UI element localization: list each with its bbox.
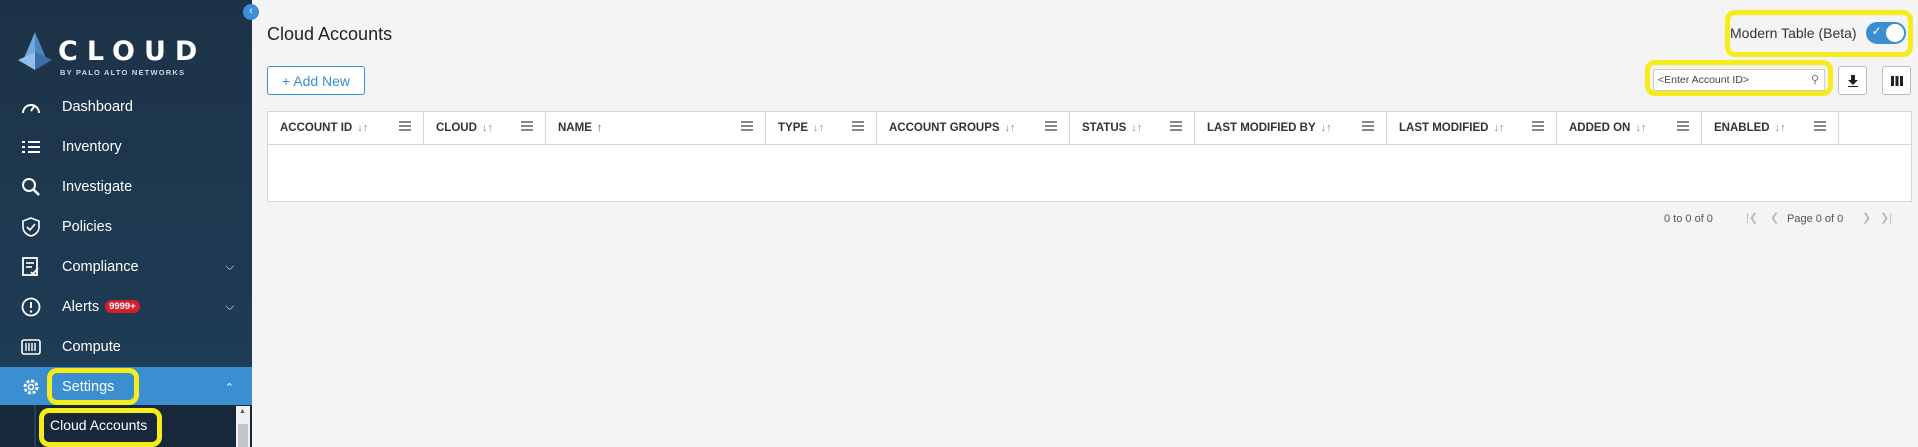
sidebar: CLOUD BY PALO ALTO NETWORKS Dashboard In… — [0, 0, 252, 447]
columns-button[interactable] — [1882, 66, 1911, 95]
sidebar-item-label: Compute — [62, 339, 121, 355]
logo-subtitle: BY PALO ALTO NETWORKS — [60, 68, 186, 77]
sidebar-item-dashboard[interactable]: Dashboard — [0, 87, 252, 127]
gear-icon — [20, 376, 42, 398]
shield-check-icon — [20, 216, 42, 238]
add-new-button[interactable]: + Add New — [267, 66, 365, 95]
sidebar-item-label: Alerts 9999+ — [62, 299, 140, 315]
sidebar-item-label: Dashboard — [62, 99, 133, 115]
cloud-accounts-table: ACCOUNT ID ↓↑ CLOUD ↓↑ NAME ↑ TYPE ↓↑ AC… — [267, 111, 1912, 202]
sidebar-item-alerts[interactable]: Alerts 9999+ ⌵ — [0, 287, 252, 327]
sidebar-item-compliance[interactable]: Compliance ⌵ — [0, 247, 252, 287]
previous-page-icon[interactable]: ❮ — [1770, 211, 1779, 224]
collapse-sidebar-icon[interactable]: ‹ — [243, 4, 259, 20]
first-page-icon[interactable]: |❮ — [1746, 211, 1758, 224]
compute-server-icon — [20, 336, 42, 358]
sort-icon[interactable]: ↓↑ — [1005, 122, 1016, 134]
pagination-range: 0 to 0 of 0 — [1664, 213, 1713, 225]
col-cloud[interactable]: CLOUD ↓↑ — [424, 112, 546, 144]
logo-mark-icon — [18, 32, 52, 70]
columns-icon — [1890, 75, 1903, 86]
download-button[interactable] — [1838, 66, 1867, 95]
sidebar-item-label: Investigate — [62, 179, 133, 195]
column-menu-icon[interactable] — [1814, 121, 1826, 131]
alerts-count-badge: 9999+ — [105, 300, 140, 313]
sidebar-item-compute[interactable]: Compute — [0, 327, 252, 367]
chevron-down-icon[interactable]: ⌵ — [226, 261, 234, 274]
col-account-id[interactable]: ACCOUNT ID ↓↑ — [268, 112, 424, 144]
sidebar-item-label: Compliance — [62, 259, 139, 275]
next-page-icon[interactable]: ❯ — [1862, 211, 1871, 224]
sort-icon[interactable]: ↓↑ — [1321, 122, 1332, 134]
col-last-modified-by[interactable]: LAST MODIFIED BY ↓↑ — [1195, 112, 1387, 144]
logo-text: CLOUD — [58, 36, 207, 67]
column-menu-icon[interactable] — [852, 121, 864, 131]
col-status[interactable]: STATUS ↓↑ — [1070, 112, 1195, 144]
sort-icon[interactable]: ↓↑ — [1131, 122, 1142, 134]
sort-icon[interactable]: ↓↑ — [357, 122, 368, 134]
col-enabled[interactable]: ENABLED ↓↑ — [1702, 112, 1839, 144]
col-account-groups[interactable]: ACCOUNT GROUPS ↓↑ — [877, 112, 1070, 144]
col-last-modified[interactable]: LAST MODIFIED ↓↑ — [1387, 112, 1557, 144]
sort-icon[interactable]: ↓↑ — [1775, 122, 1786, 134]
scroll-up-arrow-icon[interactable]: ▲ — [239, 408, 246, 415]
sidebar-item-investigate[interactable]: Investigate — [0, 167, 252, 207]
submenu-line — [34, 405, 36, 447]
table-header: ACCOUNT ID ↓↑ CLOUD ↓↑ NAME ↑ TYPE ↓↑ AC… — [268, 112, 1911, 145]
dashboard-gauge-icon — [20, 96, 42, 118]
col-added-on[interactable]: ADDED ON ↓↑ — [1557, 112, 1702, 144]
logo[interactable]: CLOUD BY PALO ALTO NETWORKS — [18, 30, 238, 80]
column-menu-icon[interactable] — [1362, 121, 1374, 131]
column-menu-icon[interactable] — [521, 121, 533, 131]
alert-icon — [20, 296, 42, 318]
sort-icon[interactable]: ↓↑ — [1635, 122, 1646, 134]
col-type[interactable]: TYPE ↓↑ — [766, 112, 877, 144]
search-icon — [20, 176, 42, 198]
page-title: Cloud Accounts — [267, 24, 393, 44]
chevron-up-icon[interactable]: ⌃ — [225, 381, 234, 394]
settings-highlight — [47, 368, 139, 405]
compliance-doc-icon — [20, 256, 42, 278]
toggle-highlight — [1725, 10, 1913, 57]
sidebar-scroll-thumb[interactable] — [238, 424, 248, 447]
sort-icon[interactable]: ↓↑ — [1493, 122, 1504, 134]
column-menu-icon[interactable] — [741, 121, 753, 131]
sidebar-item-label: Policies — [62, 219, 112, 235]
sidebar-item-label: Inventory — [62, 139, 122, 155]
sort-ascending-icon[interactable]: ↑ — [597, 122, 603, 134]
main-content: Cloud Accounts Modern Table (Beta) ✓ + A… — [252, 0, 1918, 447]
column-menu-icon[interactable] — [1532, 121, 1544, 131]
list-icon — [20, 136, 42, 158]
sort-icon[interactable]: ↓↑ — [813, 122, 824, 134]
column-menu-icon[interactable] — [1045, 121, 1057, 131]
pagination-page: Page 0 of 0 — [1787, 213, 1844, 225]
cloud-accounts-highlight — [39, 408, 162, 447]
search-highlight — [1645, 60, 1833, 96]
column-menu-icon[interactable] — [399, 121, 411, 131]
column-menu-icon[interactable] — [1170, 121, 1182, 131]
column-menu-icon[interactable] — [1677, 121, 1689, 131]
sidebar-item-policies[interactable]: Policies — [0, 207, 252, 247]
col-name[interactable]: NAME ↑ — [546, 112, 766, 144]
sort-icon[interactable]: ↓↑ — [482, 122, 493, 134]
last-page-icon[interactable]: ❯| — [1880, 211, 1892, 224]
sidebar-item-inventory[interactable]: Inventory — [0, 127, 252, 167]
download-icon — [1847, 74, 1858, 87]
chevron-down-icon[interactable]: ⌵ — [226, 301, 234, 314]
